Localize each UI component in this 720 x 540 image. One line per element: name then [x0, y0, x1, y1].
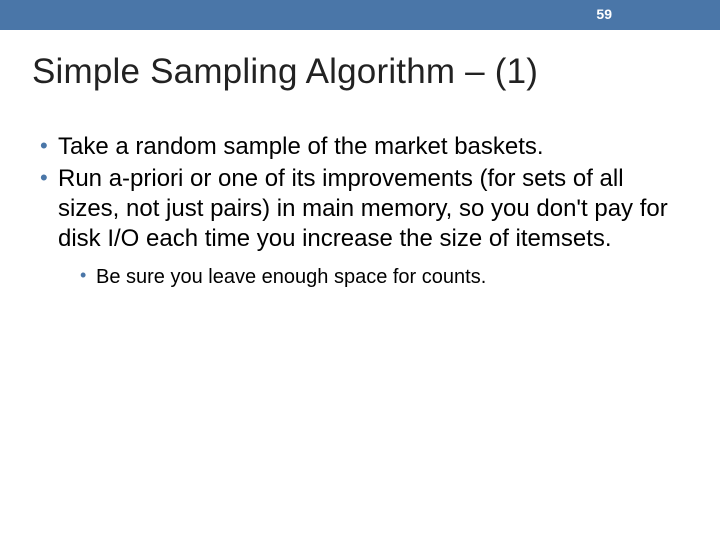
bullet-text: Be sure you leave enough space for count… — [96, 266, 486, 288]
slide-content: Take a random sample of the market baske… — [40, 132, 680, 290]
header-bar: 59 — [0, 0, 720, 30]
list-item: Run a-priori or one of its improvements … — [40, 164, 680, 290]
sub-bullet-list: Be sure you leave enough space for count… — [80, 264, 680, 290]
slide-title: Simple Sampling Algorithm – (1) — [32, 52, 720, 92]
list-item: Take a random sample of the market baske… — [40, 132, 680, 162]
bullet-list: Take a random sample of the market baske… — [40, 132, 680, 290]
bullet-text: Run a-priori or one of its improvements … — [58, 165, 668, 252]
slide-number: 59 — [596, 6, 612, 22]
list-item: Be sure you leave enough space for count… — [80, 264, 680, 290]
bullet-text: Take a random sample of the market baske… — [58, 133, 544, 160]
